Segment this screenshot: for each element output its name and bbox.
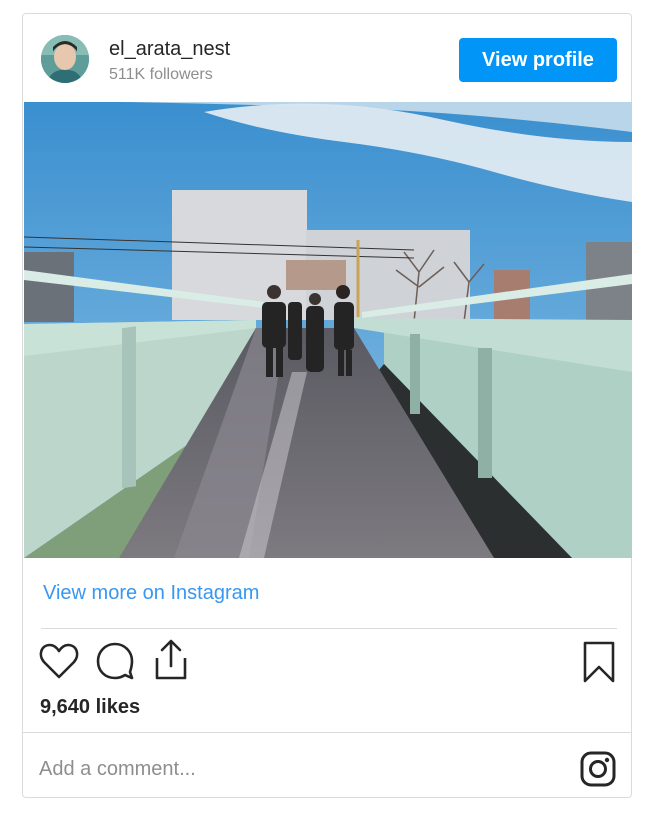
- comment-icon[interactable]: [95, 642, 135, 680]
- likes-count: 9,640 likes: [40, 696, 141, 718]
- avatar[interactable]: [41, 35, 89, 83]
- instagram-logo-icon[interactable]: [579, 750, 617, 788]
- divider: [41, 628, 617, 629]
- view-profile-button[interactable]: View profile: [459, 38, 617, 82]
- comment-input[interactable]: [39, 752, 539, 786]
- followers-count: 511K followers: [109, 66, 213, 83]
- heart-icon[interactable]: [39, 642, 79, 680]
- post-image[interactable]: [24, 102, 632, 558]
- post-header: el_arata_nest 511K followers View profil…: [23, 14, 631, 102]
- share-icon[interactable]: [151, 638, 191, 682]
- bridge-photo: [24, 102, 632, 558]
- divider: [23, 732, 631, 733]
- username[interactable]: el_arata_nest: [109, 38, 230, 61]
- instagram-embed-card: el_arata_nest 511K followers View profil…: [22, 13, 632, 798]
- bookmark-icon[interactable]: [581, 640, 617, 684]
- avatar-image: [41, 35, 89, 83]
- view-more-on-instagram-link[interactable]: View more on Instagram: [43, 582, 259, 605]
